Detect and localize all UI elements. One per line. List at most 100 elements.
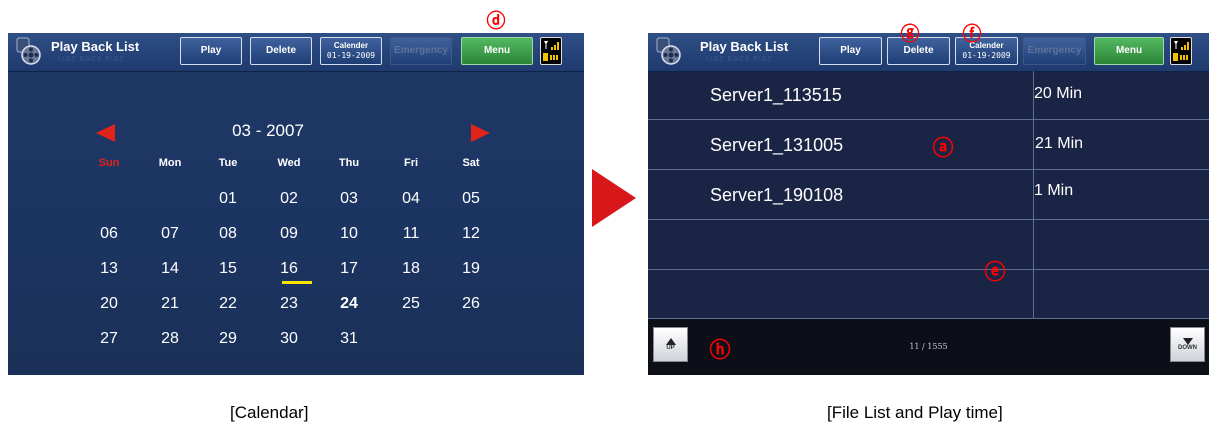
menu-button-label: Menu bbox=[1115, 45, 1143, 56]
weekday-label: Mon bbox=[158, 157, 182, 169]
calendar-day[interactable]: 17 bbox=[329, 260, 369, 278]
calendar-day[interactable]: 29 bbox=[208, 330, 248, 348]
emergency-button[interactable]: Emergency bbox=[390, 37, 452, 65]
file-row[interactable]: Server1_131005 21 Min bbox=[648, 121, 1209, 170]
calendar-day[interactable]: 08 bbox=[208, 225, 248, 243]
calendar-day[interactable]: 18 bbox=[391, 260, 431, 278]
delete-button[interactable]: Delete bbox=[250, 37, 312, 65]
calendar-day[interactable]: 15 bbox=[208, 260, 248, 278]
calendar-day[interactable]: 30 bbox=[269, 330, 309, 348]
calendar-day[interactable]: 14 bbox=[150, 260, 190, 278]
file-row[interactable] bbox=[648, 221, 1209, 270]
delete-button-label: Delete bbox=[265, 45, 296, 56]
top-toolbar: Play Back List LIST BACK FIST Play Delet… bbox=[648, 33, 1209, 72]
file-name: Server1_113515 bbox=[710, 85, 842, 105]
weekday-label: Thu bbox=[338, 157, 360, 169]
calendar-button-date: 01-19-2009 bbox=[962, 51, 1011, 60]
calendar-day[interactable]: 26 bbox=[451, 295, 491, 313]
film-reel-icon bbox=[16, 37, 41, 65]
calendar-button-date: 01-19-2009 bbox=[326, 51, 376, 60]
film-reel-icon bbox=[656, 37, 681, 65]
emergency-button[interactable]: Emergency bbox=[1023, 37, 1086, 65]
calendar-day[interactable]: 27 bbox=[89, 330, 129, 348]
callout-a: ⓐ bbox=[932, 136, 954, 160]
calendar-day[interactable]: 07 bbox=[150, 225, 190, 243]
calendar-button[interactable]: Calender 01-19-2009 bbox=[320, 37, 382, 65]
menu-button[interactable]: Menu bbox=[461, 37, 533, 65]
calendar-day[interactable]: 16 bbox=[269, 260, 309, 278]
file-row[interactable] bbox=[648, 270, 1209, 319]
file-row[interactable]: Server1_190108 1 Min bbox=[648, 171, 1209, 220]
app-title-reflection: LIST BACK FIST bbox=[706, 56, 773, 63]
calendar-screen: Play Back List LIST BACK FIST Play Delet… bbox=[8, 33, 584, 375]
calendar-day[interactable]: 23 bbox=[269, 295, 309, 313]
delete-button-label: Delete bbox=[903, 45, 934, 56]
callout-h: ⓗ bbox=[709, 338, 731, 362]
calendar-day[interactable]: 06 bbox=[89, 225, 129, 243]
calendar-day[interactable]: 24 bbox=[329, 295, 369, 313]
menu-button[interactable]: Menu bbox=[1094, 37, 1164, 65]
play-button[interactable]: Play bbox=[819, 37, 882, 65]
calendar-day[interactable]: 05 bbox=[451, 190, 491, 208]
calendar-day[interactable]: 28 bbox=[150, 330, 190, 348]
menu-button-label: Menu bbox=[483, 45, 511, 56]
calendar-day[interactable]: 31 bbox=[329, 330, 369, 348]
callout-e: ⓔ bbox=[984, 260, 1006, 284]
caption-calendar: [Calendar] bbox=[230, 403, 309, 422]
callout-f: ⓕ bbox=[962, 23, 982, 45]
callout-d: ⓓ bbox=[486, 10, 506, 32]
signal-bars-icon bbox=[543, 41, 559, 61]
callout-g: ⓖ bbox=[900, 23, 920, 45]
signal-battery-icon bbox=[1170, 37, 1192, 65]
weekday-label: Sat bbox=[462, 157, 480, 169]
calendar-day[interactable]: 19 bbox=[451, 260, 491, 278]
play-button[interactable]: Play bbox=[180, 37, 242, 65]
calendar-day[interactable]: 04 bbox=[391, 190, 431, 208]
column-divider bbox=[1033, 71, 1034, 319]
calendar-day[interactable]: 10 bbox=[329, 225, 369, 243]
calendar-day[interactable]: 25 bbox=[391, 295, 431, 313]
weekday-label: Fri bbox=[403, 157, 419, 169]
weekday-label: Tue bbox=[218, 157, 238, 169]
file-list-screen: Play Back List LIST BACK FIST Play Delet… bbox=[648, 33, 1209, 375]
calendar-day[interactable]: 03 bbox=[329, 190, 369, 208]
calendar-day[interactable]: 20 bbox=[89, 295, 129, 313]
calendar-button-label: Calender bbox=[333, 41, 369, 50]
file-row[interactable]: Server1_113515 20 Min bbox=[648, 71, 1209, 120]
calendar-day[interactable]: 12 bbox=[451, 225, 491, 243]
page-down-label: DOWN bbox=[1178, 345, 1197, 351]
calendar-day[interactable]: 22 bbox=[208, 295, 248, 313]
top-toolbar: Play Back List LIST BACK FIST Play Delet… bbox=[8, 33, 584, 72]
play-time: 1 Min bbox=[1034, 182, 1074, 199]
app-title-reflection: LIST BACK FIST bbox=[58, 56, 125, 63]
calendar-day[interactable]: 11 bbox=[391, 225, 431, 243]
selected-day-underline bbox=[282, 281, 312, 284]
month-year-label: 03 - 2007 bbox=[232, 121, 304, 140]
file-name: Server1_190108 bbox=[710, 185, 844, 205]
calendar-day[interactable]: 21 bbox=[150, 295, 190, 313]
emergency-button-label: Emergency bbox=[1027, 45, 1082, 56]
file-name: Server1_131005 bbox=[710, 135, 844, 155]
calendar-day[interactable]: 09 bbox=[269, 225, 309, 243]
play-time: 20 Min bbox=[1034, 85, 1083, 102]
calendar-day[interactable]: 01 bbox=[208, 190, 248, 208]
play-time: 21 Min bbox=[1035, 135, 1084, 152]
app-title: Play Back List bbox=[51, 39, 140, 54]
previous-month-arrow[interactable] bbox=[96, 124, 115, 142]
caption-file-list: [File List and Play time] bbox=[827, 403, 1003, 422]
weekday-label: Sun bbox=[98, 157, 120, 169]
calendar-day[interactable]: 02 bbox=[269, 190, 309, 208]
page-indicator: 11 / 1555 bbox=[909, 342, 948, 351]
app-title: Play Back List bbox=[700, 39, 789, 54]
calendar-day[interactable]: 13 bbox=[89, 260, 129, 278]
play-button-label: Play bbox=[840, 45, 861, 56]
signal-bars-icon bbox=[1173, 41, 1189, 61]
signal-battery-icon bbox=[540, 37, 562, 65]
weekday-label: Wed bbox=[277, 157, 301, 169]
next-month-arrow[interactable] bbox=[471, 124, 490, 142]
transition-arrow-icon bbox=[592, 169, 636, 227]
page-down-button[interactable]: DOWN bbox=[1170, 327, 1205, 362]
play-button-label: Play bbox=[200, 45, 222, 56]
triangle-down-icon bbox=[1182, 338, 1193, 345]
emergency-button-label: Emergency bbox=[394, 45, 448, 56]
